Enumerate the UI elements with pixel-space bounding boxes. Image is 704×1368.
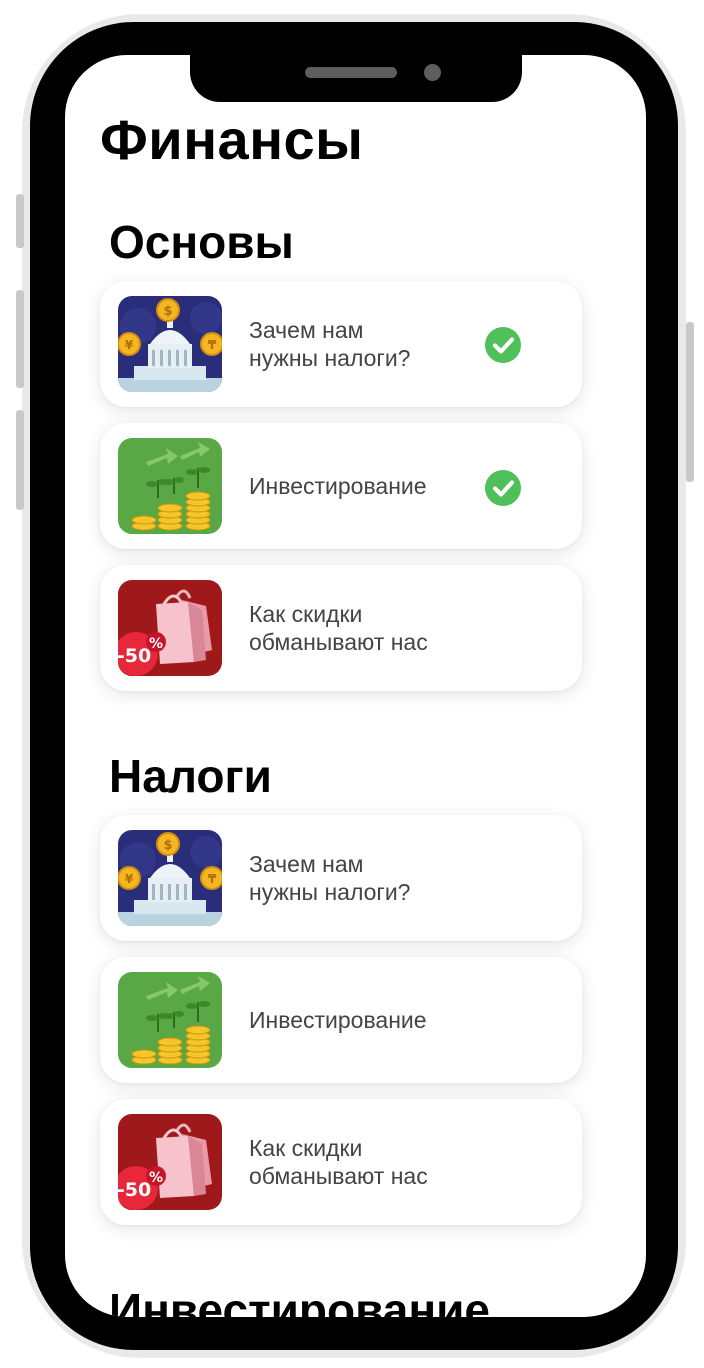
discount-image: -50 % bbox=[118, 580, 222, 676]
page-title: Финансы bbox=[100, 108, 364, 171]
section-title-investing: Инвестирование bbox=[109, 1284, 490, 1317]
speaker-grille bbox=[305, 67, 397, 78]
phone-notch bbox=[190, 50, 522, 102]
section-title-basics: Основы bbox=[109, 216, 294, 268]
power-button bbox=[686, 322, 694, 482]
coin-yen-label: ¥ bbox=[125, 338, 134, 352]
lesson-card-investing[interactable]: Инвестирование bbox=[100, 957, 582, 1083]
lesson-title: Зачем нам нужны налоги? bbox=[249, 851, 411, 905]
lesson-title: Инвестирование bbox=[249, 473, 427, 499]
lesson-title: Инвестирование bbox=[249, 1007, 427, 1033]
volume-down-button bbox=[16, 410, 24, 510]
taxes-image: $ ¥ ₸ bbox=[118, 830, 222, 926]
lesson-card-taxes[interactable]: $ ¥ ₸ Зачем нам нужны налоги? bbox=[100, 281, 582, 407]
coin-tenge-label: ₸ bbox=[208, 338, 217, 352]
discount-image: -50 % bbox=[118, 1114, 222, 1210]
coin-dollar-label: $ bbox=[163, 304, 172, 319]
percent-sign-text: % bbox=[149, 1170, 163, 1186]
lesson-title: Как скидки обманывают нас bbox=[249, 601, 428, 655]
coin-yen-label: ¥ bbox=[125, 872, 134, 886]
coin-tenge-label: ₸ bbox=[208, 872, 217, 886]
discount-badge-text: -50 bbox=[118, 645, 151, 667]
lesson-title: Зачем нам нужны налоги? bbox=[249, 317, 411, 371]
lesson-card-discounts[interactable]: -50 % Как скидки обманывают нас bbox=[100, 1099, 582, 1225]
taxes-image: $ ¥ ₸ bbox=[118, 296, 222, 392]
front-camera bbox=[424, 64, 441, 81]
investing-image bbox=[118, 972, 222, 1068]
lesson-card-discounts[interactable]: -50 % Как скидки обманывают нас bbox=[100, 565, 582, 691]
mute-switch bbox=[16, 194, 24, 248]
section-title-taxes: Налоги bbox=[109, 750, 272, 802]
discount-badge-text: -50 bbox=[118, 1179, 151, 1201]
completed-check-icon bbox=[485, 470, 521, 506]
investing-image bbox=[118, 438, 222, 534]
volume-up-button bbox=[16, 290, 24, 388]
percent-sign-text: % bbox=[149, 636, 163, 652]
lesson-card-taxes[interactable]: $ ¥ ₸ Зачем нам нужны налоги? bbox=[100, 815, 582, 941]
lesson-card-investing[interactable]: Инвестирование bbox=[100, 423, 582, 549]
app-screen: Финансы Основы $ ¥ ₸ Зачем нам нужны нал… bbox=[65, 55, 646, 1317]
lesson-title: Как скидки обманывают нас bbox=[249, 1135, 428, 1189]
completed-check-icon bbox=[485, 327, 521, 363]
coin-dollar-label: $ bbox=[163, 838, 172, 853]
